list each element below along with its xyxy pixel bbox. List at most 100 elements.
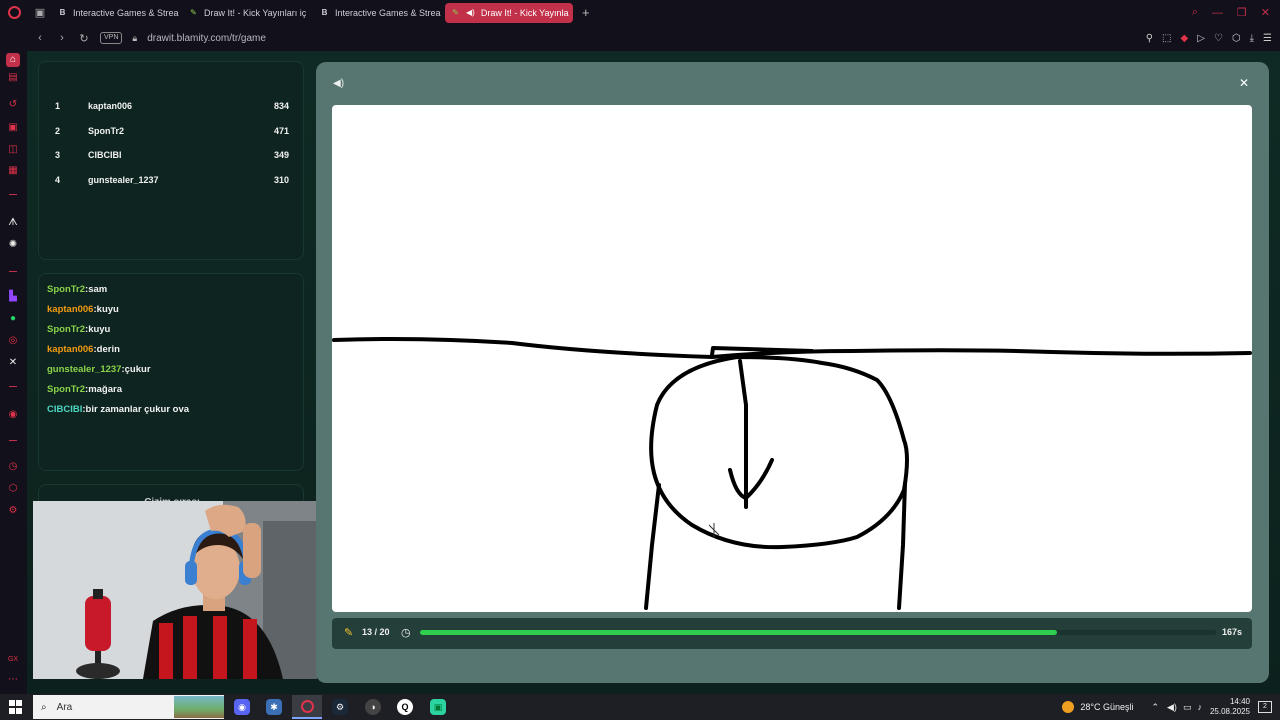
player-score: 834: [273, 101, 289, 111]
browser-tab-3[interactable]: B Interactive Games & Strea: [314, 3, 442, 23]
divider: [9, 194, 17, 195]
heart-icon[interactable]: ♡: [1214, 33, 1223, 44]
obs-app[interactable]: ◑: [358, 695, 388, 719]
extensions-icon[interactable]: ⬡: [1232, 33, 1241, 44]
weather-sun-icon[interactable]: [1062, 701, 1075, 713]
gamepad-icon[interactable]: ▤: [6, 71, 20, 85]
home-icon[interactable]: ⌂: [6, 53, 20, 67]
discord-app[interactable]: ◉: [227, 695, 257, 719]
divider: [9, 386, 17, 387]
tab-label: Draw It! - Kick Yayınları iç: [204, 7, 307, 18]
history-icon[interactable]: ◷: [6, 460, 20, 474]
network-icon[interactable]: ▭: [1183, 702, 1192, 713]
tray-chevron-icon[interactable]: ⌃: [1151, 702, 1159, 713]
leaderboard-row: 2 SponTr2 471: [55, 126, 289, 140]
maximize-icon[interactable]: ❐: [1237, 6, 1247, 19]
menu-icon[interactable]: ☰: [1263, 33, 1272, 44]
aria-icon[interactable]: ᗑ: [6, 216, 20, 230]
pocket-icon[interactable]: ◆: [1181, 33, 1189, 44]
tab-label: Draw It! - Kick Yayınla: [480, 7, 569, 18]
opera-gx-app[interactable]: [292, 695, 322, 719]
volume-icon[interactable]: ◀): [1167, 702, 1177, 713]
music-icon[interactable]: ◉: [6, 408, 20, 422]
webcam-overlay: [33, 501, 317, 679]
close-window-icon[interactable]: ✕: [1261, 6, 1270, 19]
download-icon[interactable]: ⤓: [1250, 33, 1254, 44]
browser-sidebar: ⌂ ▤ ↺ ▣ ◫ ▦ ᗑ ✺ ▙ ● ◎ ✕ ◉ ◷ ⬡ ⚙ GX ⋯: [0, 51, 27, 694]
bag-icon[interactable]: ▣: [6, 121, 20, 135]
player-score: 349: [273, 150, 289, 160]
windows-start-icon[interactable]: [9, 700, 23, 714]
notification-icon[interactable]: 2: [1258, 701, 1272, 713]
x-icon[interactable]: ✕: [6, 356, 20, 370]
weather-text[interactable]: 28°C Güneşli: [1080, 702, 1133, 712]
time-remaining: 167s: [1221, 627, 1242, 637]
search-tabs-icon[interactable]: ⌕: [1192, 6, 1198, 19]
back-icon[interactable]: ‹: [34, 32, 46, 44]
rank: 1: [55, 101, 61, 111]
browser-tab-4-active[interactable]: ✎ ◀) Draw It! - Kick Yayınla: [445, 2, 573, 23]
window-controls: ⌕ — ❐ ✕: [1192, 0, 1270, 25]
chat-username: kaptan006: [47, 344, 94, 355]
search-placeholder: Ara: [56, 701, 73, 713]
settings-icon[interactable]: ⚙: [6, 504, 20, 518]
forward-icon[interactable]: ›: [56, 32, 68, 44]
toolbar-icons: ⚲ ⬚ ◆ ▷ ♡ ⬡ ⤓ ☰: [1146, 25, 1272, 51]
app-green[interactable]: ▣: [423, 695, 453, 719]
leaderboard-row: 3 CIBCIBI 349: [55, 150, 289, 164]
vpn-badge[interactable]: VPN: [100, 32, 123, 44]
instagram-icon[interactable]: ◎: [6, 334, 20, 348]
browser-tab-1[interactable]: B Interactive Games & Strea: [52, 3, 180, 23]
divider: [9, 271, 17, 272]
chat-message: kaptan006:kuyu: [47, 304, 119, 315]
rewind-icon[interactable]: ↺: [6, 98, 20, 112]
steam-app[interactable]: ⚙: [325, 695, 355, 719]
app-q[interactable]: Q: [390, 695, 420, 719]
clock[interactable]: 14:40 25.08.2025: [1210, 697, 1250, 717]
search-highlight-image: [174, 696, 224, 718]
close-modal-icon[interactable]: ✕: [1237, 76, 1251, 90]
pin-icon[interactable]: ⚲: [1146, 33, 1153, 44]
tab-overview-icon[interactable]: ▣: [28, 0, 52, 25]
blamity-favicon-icon: B: [59, 8, 66, 17]
news-icon[interactable]: ▦: [6, 164, 20, 178]
gx-corner-icon[interactable]: ◫: [6, 143, 20, 157]
chat-username: SponTr2: [47, 324, 86, 335]
snapshot-icon[interactable]: ⬚: [1162, 33, 1171, 44]
whatsapp-icon[interactable]: ●: [6, 312, 20, 326]
new-tab-button[interactable]: +: [576, 5, 596, 20]
browser-tab-2[interactable]: ✎ Draw It! - Kick Yayınları iç: [183, 3, 311, 23]
extensions-sidebar-icon[interactable]: ⬡: [6, 482, 20, 496]
player-name: SponTr2: [88, 126, 125, 136]
chat-text: sam: [88, 284, 108, 295]
blamity-favicon-icon: B: [321, 8, 328, 17]
app-icon: ▣: [430, 699, 446, 715]
settings-app[interactable]: ✱: [259, 695, 289, 719]
taskbar-search[interactable]: ⌕ Ara: [33, 695, 224, 719]
chatgpt-icon[interactable]: ✺: [6, 238, 20, 252]
chat-panel[interactable]: SponTr2:sam kaptan006:kuyu SponTr2:kuyu …: [38, 273, 304, 471]
chat-message: gunstealer_1237:çukur: [47, 364, 151, 375]
url-field[interactable]: drawit.blamity.com/tr/game: [147, 33, 266, 44]
minimize-icon[interactable]: —: [1212, 7, 1223, 19]
discord-icon: ◉: [234, 699, 250, 715]
tab-label: Interactive Games & Strea: [335, 7, 441, 18]
opera-logo-icon[interactable]: [0, 0, 28, 25]
tab-label: Interactive Games & Strea: [73, 7, 179, 18]
speaker-tray-icon[interactable]: ♪: [1197, 702, 1202, 712]
gx-logo-icon[interactable]: GX: [6, 653, 20, 667]
reload-icon[interactable]: ↻: [78, 32, 90, 45]
twitch-icon[interactable]: ▙: [6, 290, 20, 304]
player-score: 310: [273, 175, 289, 185]
more-icon[interactable]: ⋯: [6, 673, 20, 687]
obs-icon: ◑: [365, 699, 381, 715]
play-icon[interactable]: ▷: [1197, 33, 1205, 44]
drawit-favicon-icon: ✎: [190, 8, 197, 17]
chat-username: SponTr2: [47, 384, 86, 395]
speaker-icon[interactable]: ◀): [333, 78, 347, 90]
lock-icon[interactable]: 🔒︎: [132, 33, 137, 44]
chat-message: SponTr2:sam: [47, 284, 108, 295]
tab-sound-icon[interactable]: ◀): [466, 8, 475, 17]
drawing-canvas[interactable]: [332, 105, 1252, 612]
leaderboard-row: 1 kaptan006 834: [55, 101, 289, 115]
